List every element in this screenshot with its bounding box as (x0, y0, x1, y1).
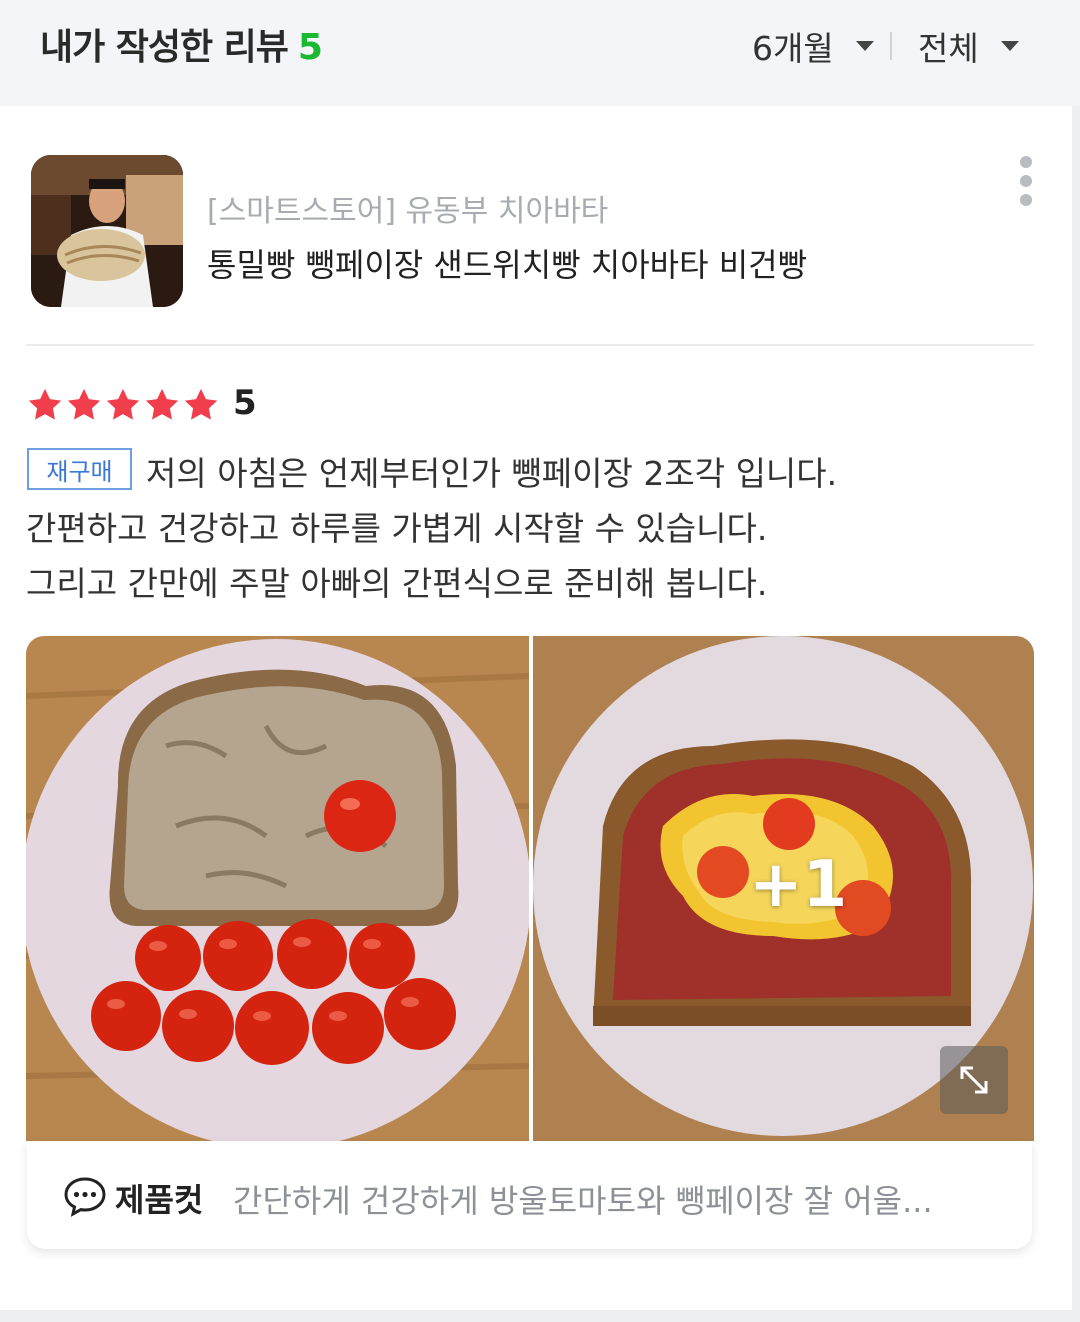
repurchase-badge: 재구매 (27, 448, 132, 490)
star-rating (26, 386, 221, 424)
review-text-line: 그리고 간만에 주말 아빠의 간편식으로 준비해 봅니다. (26, 564, 768, 603)
star-icon (67, 388, 101, 420)
period-filter-dropdown[interactable]: 6개월 (752, 22, 874, 70)
divider (26, 344, 1034, 346)
page-title: 내가 작성한 리뷰 5 (40, 18, 323, 70)
review-text-line: 간편하고 건강하고 하루를 가볍게 시작할 수 있습니다. (26, 509, 768, 548)
review-count: 5 (297, 27, 323, 68)
extra-photos-count: +1 (749, 848, 848, 922)
filter-divider (890, 32, 892, 60)
review-text-line: 저의 아침은 언제부터인가 뺑페이장 2조각 입니다. (146, 454, 838, 493)
expand-icon[interactable] (940, 1046, 1008, 1114)
product-shot-bar[interactable]: 제품컷 간단하게 건강하게 방울토마토와 뺑페이장 잘 어울... (27, 1141, 1032, 1249)
expand-icon-glyph (960, 1066, 988, 1094)
review-photo[interactable] (26, 636, 529, 1141)
header: 내가 작성한 리뷰 5 6개월 전체 (0, 0, 1080, 106)
more-vertical-icon[interactable] (1012, 152, 1040, 208)
product-shot-text: 간단하게 건강하게 방울토마토와 뺑페이장 잘 어울... (233, 1182, 933, 1220)
caret-down-icon (855, 41, 874, 51)
review-photo[interactable]: +1 (533, 636, 1034, 1141)
type-filter-dropdown[interactable]: 전체 (918, 22, 1019, 70)
caret-down-icon (1000, 41, 1019, 51)
star-icon (28, 388, 62, 420)
chat-bubble-icon (64, 1177, 106, 1217)
star-icon (106, 388, 140, 420)
page-title-text: 내가 작성한 리뷰 (40, 27, 289, 68)
store-name[interactable]: [스마트스토어] 유동부 치아바타 (207, 186, 608, 230)
page-edge (1072, 106, 1080, 1322)
product-thumbnail-image (31, 155, 183, 307)
star-icon (184, 388, 218, 420)
review-photo-image (26, 636, 529, 1141)
page-edge (0, 1310, 1080, 1322)
rating-value: 5 (233, 383, 257, 423)
period-filter-label: 6개월 (752, 29, 834, 68)
product-shot-label: 제품컷 (115, 1181, 204, 1219)
review-photos: +1 (26, 636, 1034, 1141)
type-filter-label: 전체 (918, 29, 979, 68)
product-thumbnail[interactable] (31, 155, 183, 307)
star-icon (145, 388, 179, 420)
product-name[interactable]: 통밀빵 뺑페이장 샌드위치빵 치아바타 비건빵 (207, 240, 807, 286)
